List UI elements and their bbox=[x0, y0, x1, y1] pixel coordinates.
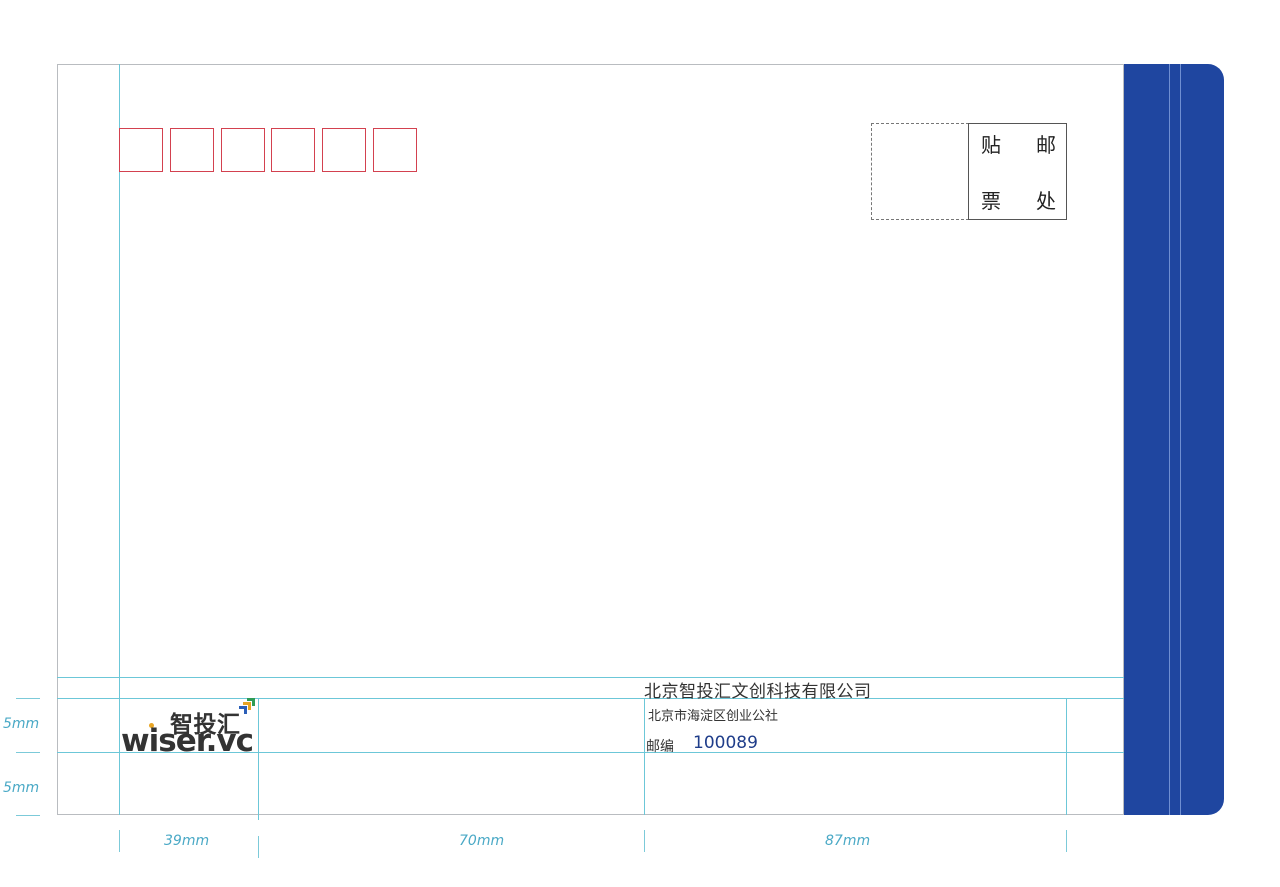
dimension-tick bbox=[16, 752, 40, 753]
dimension-width-3: 87mm bbox=[825, 833, 871, 849]
guide-column-1 bbox=[258, 698, 259, 820]
dimension-tick bbox=[644, 830, 645, 852]
dimension-height-bottom: 5mm bbox=[3, 780, 40, 796]
stamp-char: 票 bbox=[981, 189, 1001, 213]
guide-column-2 bbox=[644, 698, 645, 815]
dimension-width-2: 70mm bbox=[459, 833, 505, 849]
guide-line-upper bbox=[57, 698, 1124, 699]
dimension-tick bbox=[16, 815, 40, 816]
guide-line-top bbox=[57, 677, 1124, 678]
dimension-tick bbox=[16, 698, 40, 699]
postal-code-box[interactable] bbox=[373, 128, 417, 172]
flap-fold-line bbox=[1169, 64, 1170, 815]
stamp-char: 处 bbox=[1036, 189, 1056, 213]
logo-english-name: wiser.vc bbox=[121, 723, 254, 759]
postal-code-box[interactable] bbox=[271, 128, 315, 172]
stamp-char: 邮 bbox=[1036, 133, 1056, 157]
sender-company: 北京智投汇文创科技有限公司 bbox=[644, 682, 872, 702]
guide-column-3 bbox=[1066, 698, 1067, 815]
postal-code-box[interactable] bbox=[221, 128, 265, 172]
envelope-flap bbox=[1124, 64, 1224, 815]
dimension-width-1: 39mm bbox=[164, 833, 210, 849]
dimension-tick bbox=[258, 836, 259, 858]
sender-address: 北京市海淀区创业公社 bbox=[648, 709, 779, 724]
stamp-char: 贴 bbox=[981, 133, 1001, 157]
sender-zip-code: 100089 bbox=[693, 733, 758, 753]
dimension-tick bbox=[119, 830, 120, 852]
dimension-height-top: 5mm bbox=[3, 716, 40, 732]
stamp-placeholder-dashed bbox=[871, 123, 969, 220]
sender-zip-label: 邮编 bbox=[646, 739, 674, 755]
postal-code-box[interactable] bbox=[322, 128, 366, 172]
flap-fold-line bbox=[1180, 64, 1181, 815]
postal-code-box[interactable] bbox=[170, 128, 214, 172]
margin-guide-left bbox=[119, 64, 120, 815]
postal-code-box[interactable] bbox=[119, 128, 163, 172]
dimension-tick bbox=[1066, 830, 1067, 852]
